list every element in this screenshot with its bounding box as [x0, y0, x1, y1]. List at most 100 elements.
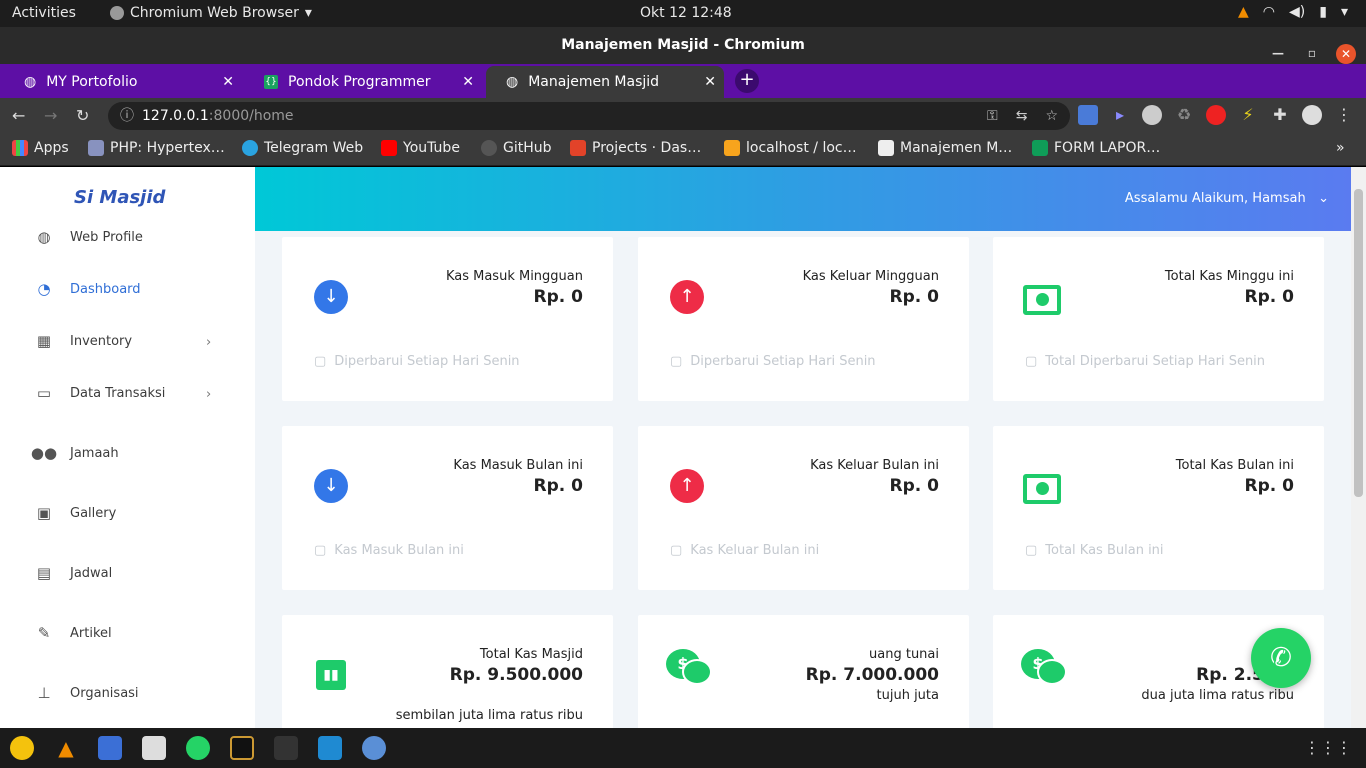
app-menu[interactable]: Chromium Web Browser ▾	[110, 5, 312, 21]
bookmark-apps[interactable]: Apps	[12, 140, 69, 156]
page-scrollbar[interactable]	[1351, 167, 1366, 728]
money-bill-icon	[1023, 474, 1061, 504]
info-icon[interactable]: ⓘ	[120, 102, 134, 130]
chevron-right-icon[interactable]: ›	[206, 335, 211, 350]
puzzle-icon[interactable]: ✚	[1270, 105, 1290, 125]
circle-extension-icon[interactable]	[1142, 105, 1162, 125]
sidebar-item-inventory[interactable]: ▦ Inventory	[34, 332, 133, 350]
scrollbar-thumb[interactable]	[1354, 189, 1363, 497]
phpstorm-icon[interactable]	[230, 736, 254, 760]
apps-grid-icon	[12, 140, 28, 156]
system-tray[interactable]: ▲ ◠ ◀) ▮ ▾	[1238, 4, 1348, 20]
bolt-icon[interactable]: ⚡	[1238, 105, 1258, 125]
wifi-icon[interactable]: ◠	[1263, 4, 1275, 20]
google-translate-icon[interactable]	[1078, 105, 1098, 125]
window-title: Manajemen Masjid - Chromium	[561, 37, 805, 53]
bookmark-youtube[interactable]: YouTube	[381, 140, 460, 156]
sidebar-item-organisasi[interactable]: ⊥ Organisasi	[34, 684, 139, 702]
close-tab-icon[interactable]: ✕	[704, 74, 716, 90]
bookmark-label: localhost / loc…	[746, 140, 857, 156]
rhythmbox-icon[interactable]	[10, 736, 34, 760]
forward-icon[interactable]: →	[44, 106, 57, 125]
power-menu-icon[interactable]: ▾	[1341, 4, 1348, 20]
arrow-up-icon: ↑	[670, 469, 704, 503]
tab-pondok-programmer[interactable]: {} Pondok Programmer ✕	[244, 66, 482, 98]
logo[interactable]: Si Masjid	[74, 187, 165, 208]
tab-my-portofolio[interactable]: ◍ MY Portofolio ✕	[4, 66, 242, 98]
bookmark-manajemen[interactable]: Manajemen M…	[878, 140, 1012, 156]
sidebar-item-dashboard[interactable]: ◔ Dashboard	[34, 280, 140, 298]
sidebar-item-data-transaksi[interactable]: ▭ Data Transaksi	[34, 384, 166, 402]
card-footer: ▢ Total Diperbarui Setiap Hari Senin	[1025, 354, 1265, 369]
bookmark-telegram[interactable]: Telegram Web	[242, 140, 363, 156]
play-icon[interactable]: ▸	[1110, 105, 1130, 125]
double-chevron-icon: »	[1336, 140, 1345, 156]
whatsapp-icon[interactable]	[186, 736, 210, 760]
key-icon[interactable]: ⚿	[987, 102, 998, 130]
files-icon[interactable]	[142, 736, 166, 760]
translate-icon[interactable]: ⇆	[1016, 102, 1028, 130]
kebab-menu-icon[interactable]: ⋮	[1334, 105, 1354, 125]
sidebar-item-gallery[interactable]: ▣ Gallery	[34, 504, 117, 522]
phpmyadmin-icon	[724, 140, 740, 156]
bookmark-phpmyadmin[interactable]: localhost / loc…	[724, 140, 857, 156]
sidebar-item-label: Organisasi	[70, 685, 139, 701]
arrow-down-icon: ↓	[314, 280, 348, 314]
sidebar-item-jadwal[interactable]: ▤ Jadwal	[34, 564, 112, 582]
battery-icon[interactable]: ▮	[1319, 4, 1327, 20]
sidebar-item-label: Inventory	[70, 333, 133, 349]
whatsapp-button[interactable]: ✆	[1251, 628, 1311, 688]
chromium-icon[interactable]	[362, 736, 386, 760]
speedometer-icon: ◔	[37, 280, 51, 298]
bookmark-gitlab[interactable]: Projects · Das…	[570, 140, 701, 156]
back-icon[interactable]: ←	[12, 106, 25, 125]
card-footer-text: Kas Masuk Bulan ini	[334, 543, 464, 558]
volume-icon[interactable]: ◀)	[1289, 4, 1305, 20]
sidebar-item-jamaah[interactable]: ●● Jamaah	[31, 444, 119, 462]
card-value: Rp. 0	[889, 287, 939, 307]
card-kas-keluar-mingguan: ↑ Kas Keluar Mingguan Rp. 0 ▢ Diperbarui …	[638, 237, 969, 401]
card-footer-text: Kas Keluar Bulan ini	[690, 543, 820, 558]
card-value: Rp. 9.500.000	[449, 665, 583, 685]
card-title: Total Kas Bulan ini	[1175, 458, 1294, 473]
bookmark-form-lapor[interactable]: FORM LAPOR…	[1032, 140, 1160, 156]
avatar[interactable]	[1302, 105, 1322, 125]
bookmark-php[interactable]: PHP: Hypertex…	[88, 140, 225, 156]
new-tab-button[interactable]: +	[735, 69, 759, 93]
omnibox-actions: ⚿ ⇆ ☆	[987, 102, 1058, 130]
tab-manajemen-masjid[interactable]: ◍ Manajemen Masjid ✕	[486, 66, 724, 98]
sidebar-item-web-profile[interactable]: ◍ Web Profile	[34, 228, 142, 246]
close-tab-icon[interactable]: ✕	[462, 74, 474, 90]
user-menu[interactable]: Assalamu Alaikum, Hamsah ⌄	[1125, 191, 1329, 206]
sidebar-item-label: Gallery	[70, 505, 117, 521]
show-apps-icon[interactable]: ⋮⋮⋮	[1304, 738, 1352, 757]
card-footer: ▢ Total Kas Bulan ini	[1025, 543, 1164, 558]
clock[interactable]: Okt 12 12:48	[640, 5, 732, 21]
boxes-icon: ▦	[36, 332, 52, 350]
more-bookmarks-icon[interactable]: »	[1336, 140, 1345, 156]
vlc-icon[interactable]: ▲	[1238, 4, 1249, 20]
star-icon[interactable]: ☆	[1045, 102, 1058, 130]
close-tab-icon[interactable]: ✕	[222, 74, 234, 90]
bookmark-github[interactable]: GitHub	[481, 140, 552, 156]
chevron-right-icon[interactable]: ›	[206, 387, 211, 402]
vscode-icon[interactable]	[318, 736, 342, 760]
sidebar: Si Masjid ◍ Web Profile ◔ Dashboard ▦ In…	[0, 167, 255, 728]
youtube-icon	[381, 140, 397, 156]
reload-icon[interactable]: ↻	[76, 106, 89, 125]
terminal-icon[interactable]	[274, 736, 298, 760]
card-title: Kas Keluar Bulan ini	[810, 458, 939, 473]
card-value: Rp. 0	[533, 287, 583, 307]
activities-button[interactable]: Activities	[12, 5, 76, 21]
recycle-icon[interactable]: ♻	[1174, 105, 1194, 125]
document-viewer-icon[interactable]	[98, 736, 122, 760]
calendar-icon: ▢	[670, 354, 683, 369]
stop-extension-icon[interactable]	[1206, 105, 1226, 125]
sidebar-item-artikel[interactable]: ✎ Artikel	[34, 624, 112, 642]
address-bar[interactable]: ⓘ 127.0.0.1:8000/home ⚿ ⇆ ☆	[108, 102, 1070, 130]
vlc-icon[interactable]: ▲	[54, 736, 78, 760]
card-value: Rp. 0	[1244, 287, 1294, 307]
close-window-icon[interactable]: ✕	[1336, 43, 1356, 64]
card-title: Kas Keluar Mingguan	[802, 269, 939, 284]
url-host: 127.0.0.1	[142, 108, 209, 124]
